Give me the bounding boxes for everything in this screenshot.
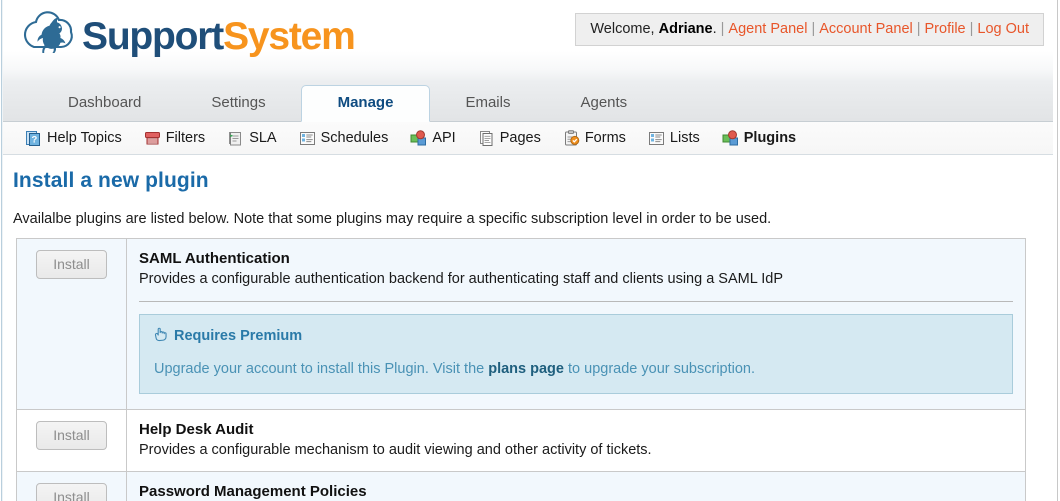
table-row: Install SAML Authentication Provides a c…: [17, 239, 1025, 410]
welcome-separator-1: |: [720, 21, 725, 37]
subnav-label-pages: Pages: [499, 130, 541, 146]
site-logo[interactable]: SupportSystem: [16, 9, 356, 63]
subnav-label-filters: Filters: [165, 130, 206, 146]
agent-panel-link[interactable]: Agent Panel: [728, 21, 807, 37]
plugin-divider: [139, 300, 1013, 302]
install-button-help-desk-audit[interactable]: Install: [36, 420, 107, 450]
manage-subnav: ? Help Topics Filters SLA Schedules API …: [3, 122, 1053, 155]
log-out-link[interactable]: Log Out: [977, 21, 1029, 37]
plugin-description-help-desk-audit: Provides a configurable mechanism to aud…: [139, 441, 652, 458]
subnav-item-help-topics[interactable]: ? Help Topics: [25, 130, 122, 147]
welcome-separator-2: |: [811, 21, 816, 37]
subnav-item-lists[interactable]: Lists: [648, 130, 700, 147]
welcome-user-name: Adriane: [658, 21, 713, 37]
requires-premium-text: Upgrade your account to install this Plu…: [154, 360, 998, 379]
plugin-info-cell: Help Desk Audit Provides a configurable …: [127, 410, 1025, 472]
premium-text-after: to upgrade your subscription.: [563, 360, 756, 377]
requires-premium-notice: Requires Premium Upgrade your account to…: [139, 313, 1013, 394]
logo-wordmark: SupportSystem: [82, 14, 356, 58]
plugin-info-cell: SAML Authentication Provides a configura…: [127, 239, 1025, 409]
plans-page-link[interactable]: plans page: [488, 361, 564, 377]
plugin-name-saml-authentication: SAML Authentication: [139, 250, 290, 267]
subnav-label-lists: Lists: [669, 130, 700, 146]
tab-settings[interactable]: Settings: [176, 85, 300, 123]
forms-clipboard-icon: [563, 129, 580, 147]
subnav-label-schedules: Schedules: [320, 130, 389, 146]
account-panel-link[interactable]: Account Panel: [819, 21, 913, 37]
kangaroo-cloud-logo-icon: [16, 9, 82, 63]
plugin-info-cell: Password Management Policies Aggrivate y…: [127, 472, 1025, 501]
page-title: Install a new plugin: [13, 169, 209, 192]
subnav-item-filters[interactable]: Filters: [144, 130, 205, 147]
sla-document-icon: [227, 130, 244, 147]
logo-word-system: System: [223, 14, 356, 58]
pointing-hand-icon: [154, 327, 168, 346]
requires-premium-label: Requires Premium: [174, 328, 303, 345]
plugin-install-cell: Install: [17, 472, 127, 501]
subnav-label-api: API: [432, 130, 456, 146]
main-tab-bar: Dashboard Settings Manage Emails Agents: [3, 82, 1053, 122]
pages-document-icon: [478, 130, 495, 147]
plugin-install-cell: Install: [17, 409, 127, 472]
subnav-label-sla: SLA: [249, 130, 277, 146]
subnav-item-api[interactable]: API: [410, 129, 456, 147]
requires-premium-title-row: Requires Premium: [154, 327, 998, 346]
plugin-name-help-desk-audit: Help Desk Audit: [139, 420, 254, 438]
subnav-item-sla[interactable]: SLA: [227, 130, 277, 147]
welcome-separator-4: |: [969, 21, 974, 37]
welcome-prefix: Welcome,: [590, 21, 655, 37]
plugins-cubes-icon: [722, 129, 739, 147]
welcome-separator-3: |: [916, 21, 921, 37]
tab-manage[interactable]: Manage: [300, 84, 431, 122]
site-header: SupportSystem Welcome, Adriane. | Agent Pa…: [3, 0, 1053, 82]
subnav-item-schedules[interactable]: Schedules: [299, 130, 389, 147]
subnav-item-pages[interactable]: Pages: [478, 130, 541, 147]
install-button-password-management-policies[interactable]: Install: [36, 483, 107, 501]
help-topic-icon: ?: [25, 130, 42, 147]
page-description: Availalbe plugins are listed below. Note…: [13, 211, 772, 227]
subnav-label-forms: Forms: [584, 130, 626, 146]
table-row: Install Password Management Policies Agg…: [17, 472, 1025, 501]
tab-dashboard[interactable]: Dashboard: [33, 85, 176, 123]
logo-word-support: Support: [82, 14, 224, 58]
schedule-list-icon: [299, 130, 316, 147]
subnav-item-plugins[interactable]: Plugins: [722, 129, 797, 147]
page-root: SupportSystem Welcome, Adriane. | Agent Pa…: [0, 0, 1060, 501]
tab-emails[interactable]: Emails: [430, 85, 545, 123]
subnav-label-plugins: Plugins: [743, 130, 797, 146]
install-button-saml-authentication[interactable]: Install: [36, 250, 107, 279]
page-right-edge: [1053, 0, 1060, 501]
filter-icon: [144, 130, 161, 147]
plugin-name-password-management-policies: Password Management Policies: [139, 483, 367, 501]
api-cubes-icon: [410, 129, 427, 147]
lists-icon: [648, 130, 665, 147]
profile-link[interactable]: Profile: [925, 21, 966, 37]
subnav-label-help-topics: Help Topics: [47, 130, 122, 146]
main-tabs: Dashboard Settings Manage Emails Agents: [33, 84, 662, 122]
plugin-install-cell: Install: [17, 239, 127, 409]
svg-text:?: ?: [31, 134, 37, 145]
premium-text-before: Upgrade your account to install this Plu…: [154, 360, 489, 377]
main-content: Install a new plugin Availalbe plugins a…: [3, 155, 1053, 501]
table-row: Install Help Desk Audit Provides a confi…: [17, 409, 1025, 473]
plugin-list-table: Install SAML Authentication Provides a c…: [16, 238, 1026, 501]
subnav-item-forms[interactable]: Forms: [563, 129, 626, 147]
tab-agents[interactable]: Agents: [545, 85, 662, 123]
welcome-bar: Welcome, Adriane. | Agent Panel | Account Pa…: [575, 13, 1044, 46]
plugin-description-saml-authentication: Provides a configurable authentication b…: [139, 271, 784, 288]
